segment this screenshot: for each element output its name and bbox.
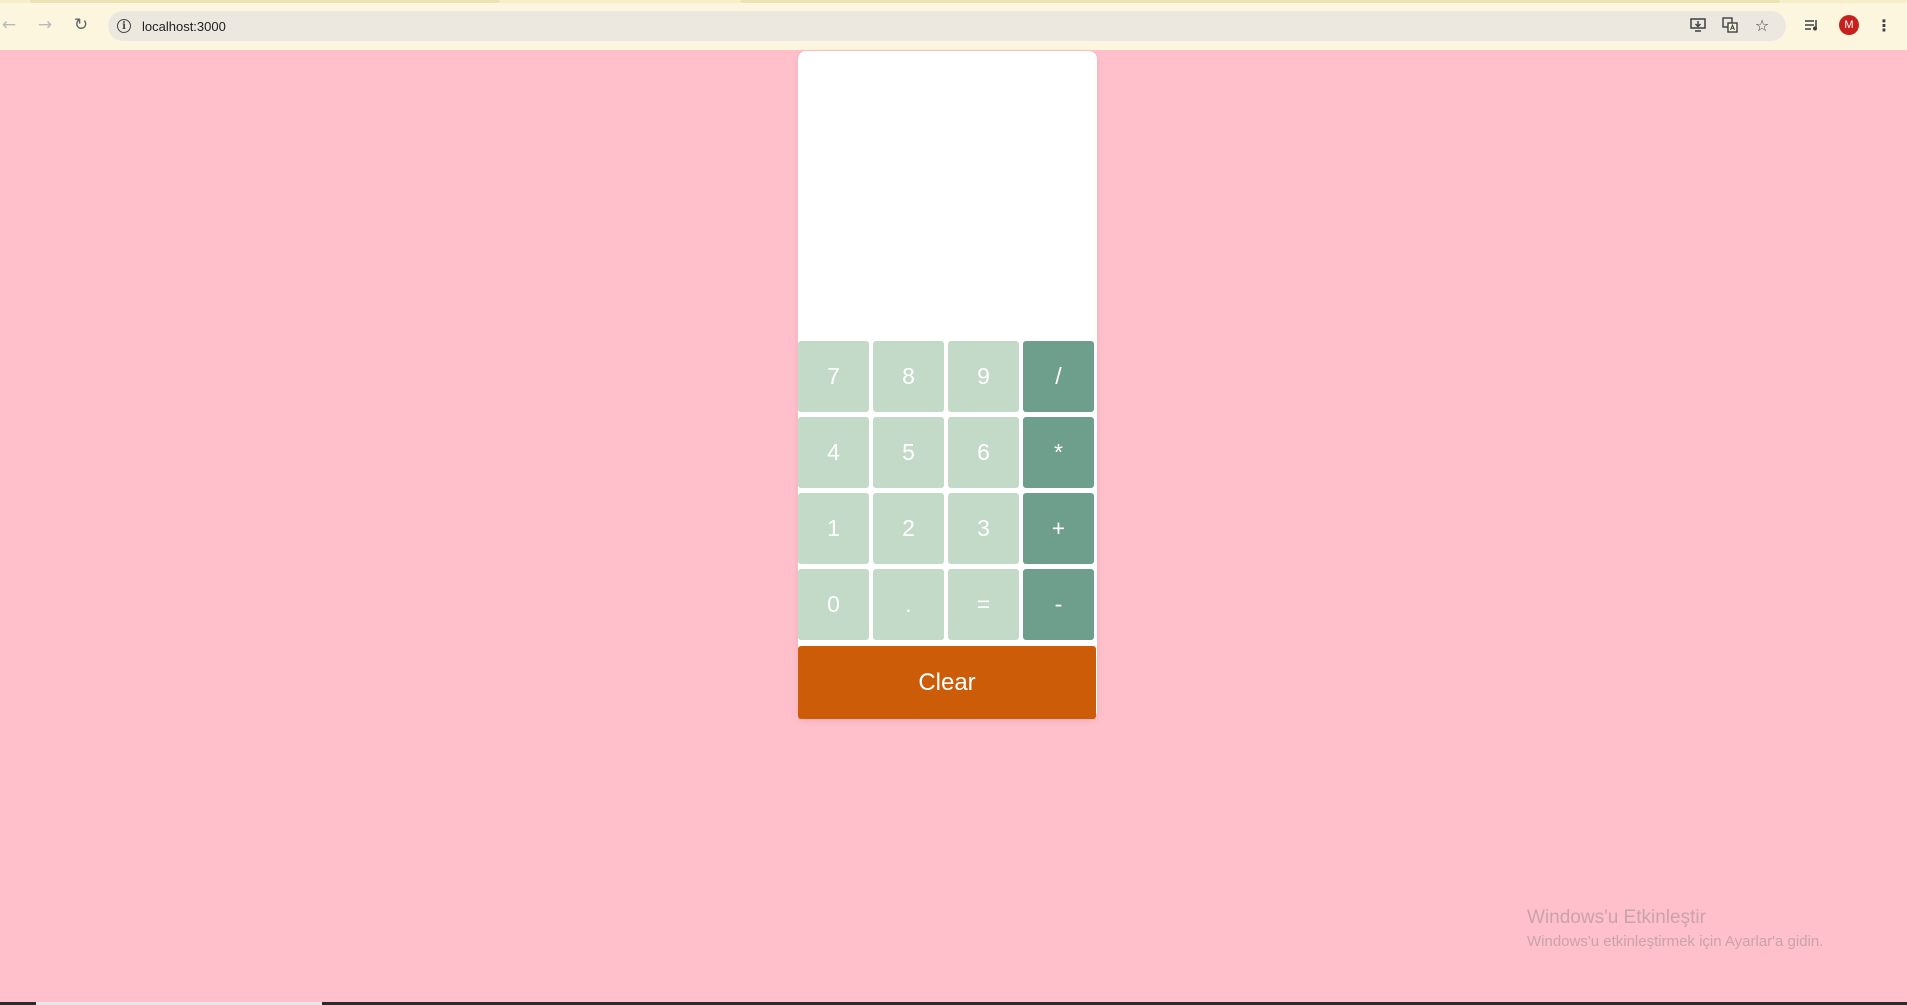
key-7[interactable]: 7 — [798, 341, 869, 412]
tab-edge — [740, 0, 1780, 3]
key-4[interactable]: 4 — [798, 417, 869, 488]
calculator-display — [798, 51, 1097, 341]
watermark-title: Windows'u Etkinleştir — [1527, 907, 1706, 928]
profile-avatar[interactable]: M — [1839, 15, 1859, 35]
address-bar[interactable]: i localhost:3000 — [108, 11, 1786, 41]
key-3[interactable]: 3 — [948, 493, 1019, 564]
key-decimal[interactable]: . — [873, 569, 944, 640]
key-5[interactable]: 5 — [873, 417, 944, 488]
install-app-button[interactable] — [1686, 13, 1710, 37]
reload-button[interactable]: ↻ — [68, 12, 94, 38]
key-8[interactable]: 8 — [873, 341, 944, 412]
media-controls-button[interactable] — [1800, 13, 1824, 37]
key-equals[interactable]: = — [948, 569, 1019, 640]
url-text: localhost:3000 — [142, 18, 226, 34]
profile-initial: M — [1844, 19, 1854, 31]
star-icon: ☆ — [1754, 15, 1770, 35]
browser-menu-button[interactable]: ⋮ — [1872, 13, 1896, 37]
keypad: 7 8 9 / 4 5 6 * 1 2 3 + 0 . = - — [798, 341, 1094, 640]
watermark-subtitle: Windows'u etkinleştirmek için Ayarlar'a … — [1527, 933, 1824, 950]
translate-icon — [1722, 17, 1738, 33]
arrow-left-icon: ← — [1, 14, 17, 35]
forward-button[interactable]: → — [32, 12, 58, 38]
key-6[interactable]: 6 — [948, 417, 1019, 488]
key-divide[interactable]: / — [1023, 341, 1094, 412]
key-1[interactable]: 1 — [798, 493, 869, 564]
key-add[interactable]: + — [1023, 493, 1094, 564]
key-0[interactable]: 0 — [798, 569, 869, 640]
kebab-menu-icon: ⋮ — [1876, 15, 1892, 35]
install-app-icon — [1690, 18, 1706, 32]
key-multiply[interactable]: * — [1023, 417, 1094, 488]
key-9[interactable]: 9 — [948, 341, 1019, 412]
clear-button[interactable]: Clear — [798, 646, 1096, 719]
windows-activation-watermark: Windows'u Etkinleştir Windows'u etkinleş… — [1527, 907, 1823, 950]
media-controls-icon — [1805, 20, 1817, 31]
key-subtract[interactable]: - — [1023, 569, 1094, 640]
reload-icon: ↻ — [73, 14, 89, 35]
calculator: 7 8 9 / 4 5 6 * 1 2 3 + 0 . = - Clear — [798, 51, 1097, 719]
translate-button[interactable] — [1718, 13, 1742, 37]
browser-toolbar: ← → ↻ i localhost:3000 ☆ M ⋮ — [0, 0, 1907, 50]
arrow-right-icon: → — [37, 14, 53, 35]
back-button[interactable]: ← — [0, 12, 22, 38]
info-icon[interactable]: i — [117, 19, 131, 33]
key-2[interactable]: 2 — [873, 493, 944, 564]
bookmark-button[interactable]: ☆ — [1750, 13, 1774, 37]
tab-strip-edge — [0, 0, 1907, 3]
tab-edge — [30, 0, 500, 3]
